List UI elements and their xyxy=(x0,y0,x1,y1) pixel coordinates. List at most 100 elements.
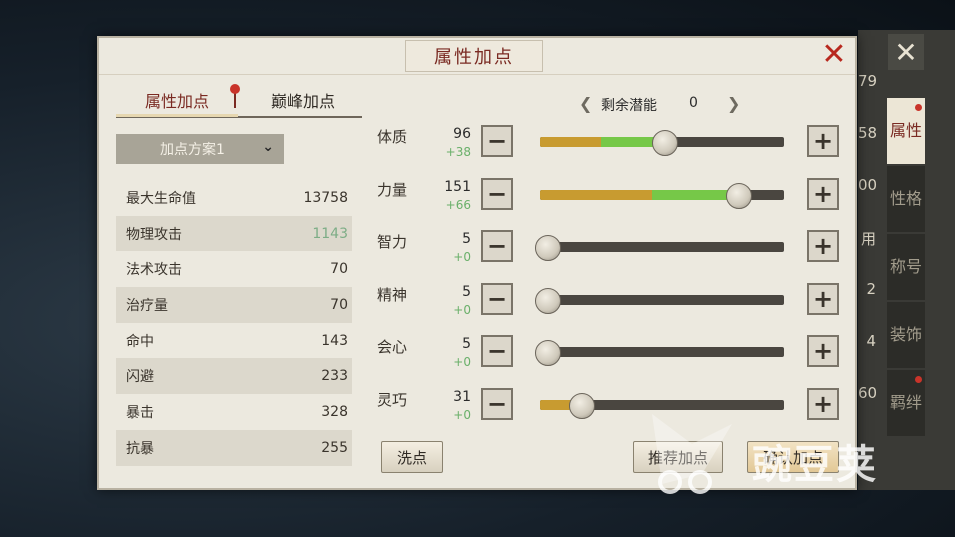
flag-pole-icon xyxy=(234,92,236,108)
ornament-right-icon: ❯ xyxy=(727,94,741,113)
increase-button[interactable]: + xyxy=(807,125,839,157)
dialog-header: 属性加点 ✕ xyxy=(99,38,855,75)
notification-dot xyxy=(915,376,922,383)
stat-label: 法术攻击 xyxy=(126,262,182,279)
attribute-value: 5 xyxy=(462,231,471,247)
side-tab-personality[interactable]: 性格 xyxy=(887,166,925,232)
stat-value: 70 xyxy=(330,296,348,313)
stat-label: 抗暴 xyxy=(126,440,154,457)
stat-value: 233 xyxy=(321,368,348,385)
attribute-name: 会心 xyxy=(377,338,408,356)
background-close-icon[interactable]: ✕ xyxy=(888,34,924,70)
attribute-slider[interactable] xyxy=(535,287,784,314)
attribute-sliders: 体质 96 +38− + 力量 151 +66− + 智力 5 +0− + 精神 5 +0− + 会心 5 +0− +… xyxy=(369,120,849,435)
background-values: 79 58 00 用 2 4 60 xyxy=(858,72,878,436)
attribute-bonus: +0 xyxy=(453,250,471,264)
scheme-dropdown[interactable]: 加点方案1 ⌄ xyxy=(116,134,284,164)
stat-row: 治疗量 70 xyxy=(116,287,352,323)
increase-button[interactable]: + xyxy=(807,335,839,367)
reset-points-button[interactable]: 洗点 xyxy=(381,441,443,473)
increase-button[interactable]: + xyxy=(807,282,839,315)
background-value: 79 xyxy=(858,72,878,90)
attribute-bonus: +0 xyxy=(453,302,471,317)
confirm-points-button[interactable]: 确认加点 xyxy=(747,441,839,473)
attribute-slider[interactable] xyxy=(540,392,784,419)
slider-handle[interactable] xyxy=(652,130,679,156)
attribute-row: 力量 151 +66− + xyxy=(369,173,849,226)
background-value: 4 xyxy=(866,332,876,350)
close-icon[interactable]: ✕ xyxy=(819,40,849,70)
side-tab-titles[interactable]: 称号 xyxy=(887,234,925,300)
scheme-selected-value: 加点方案1 xyxy=(160,142,225,158)
slider-handle[interactable] xyxy=(725,182,752,209)
decrease-button[interactable]: − xyxy=(481,177,513,210)
attribute-name: 精神 xyxy=(377,285,408,304)
stat-label: 闪避 xyxy=(126,369,154,386)
background-value: 用 xyxy=(860,230,876,248)
side-tab-label: 称号 xyxy=(889,257,922,276)
tab-attribute-points[interactable]: 属性加点 xyxy=(116,86,238,117)
stat-row: 法术攻击 70 xyxy=(116,251,352,287)
attribute-name: 灵巧 xyxy=(377,390,408,409)
ornament-left-icon: ❮ xyxy=(579,94,593,113)
decrease-button[interactable]: − xyxy=(481,282,513,315)
attribute-bonus: +66 xyxy=(445,197,471,212)
slider-boost-fill xyxy=(652,189,738,200)
background-value: 00 xyxy=(858,176,878,194)
stat-label: 命中 xyxy=(126,333,154,350)
recommend-points-button[interactable]: 推荐加点 xyxy=(633,441,723,473)
attribute-name: 体质 xyxy=(377,128,408,146)
attribute-slider[interactable] xyxy=(540,182,784,209)
decrease-button[interactable]: − xyxy=(481,335,513,367)
potential-value: 0 xyxy=(689,95,698,111)
side-tab-list: 属性 性格 称号 装饰 羁绊 xyxy=(887,98,925,438)
attribute-row: 体质 96 +38− + xyxy=(369,120,849,173)
stat-value: 143 xyxy=(321,332,348,349)
side-tab-decoration[interactable]: 装饰 xyxy=(887,302,925,368)
attribute-row: 灵巧 31 +0− + xyxy=(369,383,849,436)
attribute-value: 5 xyxy=(462,336,471,352)
attribute-value: 96 xyxy=(453,126,471,142)
attribute-bonus: +0 xyxy=(453,355,471,369)
stat-row: 抗暴 255 xyxy=(116,429,352,466)
background-value: 58 xyxy=(858,124,878,142)
increase-button[interactable]: + xyxy=(807,387,839,420)
attribute-row: 精神 5 +0− + xyxy=(369,278,849,331)
side-tab-label: 装饰 xyxy=(889,325,922,344)
side-tab-label: 属性 xyxy=(889,121,922,140)
decrease-button[interactable]: − xyxy=(481,387,513,420)
attribute-value: 5 xyxy=(462,283,471,300)
attribute-slider[interactable] xyxy=(540,130,784,156)
background-value: 2 xyxy=(866,280,876,298)
attribute-row: 智力 5 +0− + xyxy=(369,225,849,278)
slider-handle[interactable] xyxy=(535,340,562,366)
remaining-potential: ❮ 剩余潜能 0 ❯ xyxy=(579,94,749,116)
increase-button[interactable]: + xyxy=(807,230,839,262)
increase-button[interactable]: + xyxy=(807,177,839,210)
stat-row: 物理攻击 1143 xyxy=(116,215,352,252)
decrease-button[interactable]: − xyxy=(481,230,513,262)
attribute-slider[interactable] xyxy=(535,235,784,261)
decrease-button[interactable]: − xyxy=(481,125,513,157)
stat-value: 13758 xyxy=(303,189,348,206)
stats-list: 最大生命值 13758 物理攻击 1143 法术攻击 70 治疗量 70 命中 143 闪避 233 暴… xyxy=(116,180,352,466)
attribute-bonus: +38 xyxy=(445,145,471,159)
slider-handle[interactable] xyxy=(535,235,562,261)
side-tab-attributes[interactable]: 属性 xyxy=(887,98,925,164)
stat-row: 暴击 328 xyxy=(116,394,352,430)
attribute-value: 151 xyxy=(444,178,471,195)
slider-handle[interactable] xyxy=(569,392,596,419)
attribute-name: 力量 xyxy=(377,180,408,199)
side-tab-bonds[interactable]: 羁绊 xyxy=(887,370,925,436)
stat-label: 最大生命值 xyxy=(126,190,196,207)
background-value: 60 xyxy=(858,384,878,402)
attribute-slider[interactable] xyxy=(535,340,784,366)
tab-peak-points[interactable]: 巅峰加点 xyxy=(244,86,362,114)
attribute-name: 智力 xyxy=(377,233,408,251)
side-tab-label: 羁绊 xyxy=(889,393,922,412)
stat-value: 1143 xyxy=(312,225,348,242)
slider-handle[interactable] xyxy=(535,287,562,314)
stat-label: 暴击 xyxy=(126,404,154,421)
attribute-row: 会心 5 +0− + xyxy=(369,330,849,383)
red-flag-icon xyxy=(230,84,240,94)
